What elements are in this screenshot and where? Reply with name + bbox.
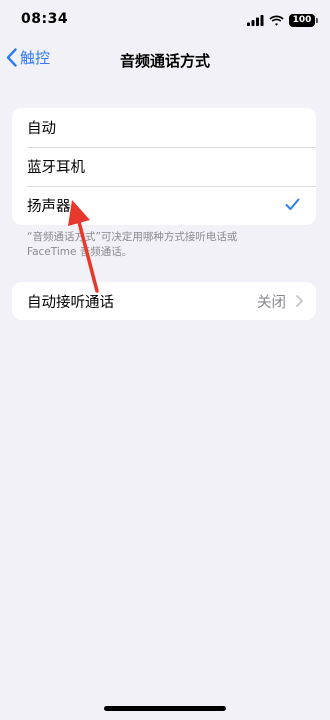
chevron-right-icon bbox=[296, 295, 303, 307]
page-title: 音频通话方式 bbox=[119, 52, 210, 70]
auto-answer-label: 自动接听通话 bbox=[27, 294, 114, 311]
auto-answer-value: 关闭 bbox=[257, 294, 286, 311]
option-auto[interactable]: 自动 bbox=[12, 108, 316, 147]
auto-answer-row[interactable]: 自动接听通话 关闭 bbox=[12, 282, 316, 320]
auto-answer-group: 自动接听通话 关闭 bbox=[12, 282, 316, 320]
footer-note: “音频通话方式”可决定用哪种方式接听电话或 FaceTime 音频通话。 bbox=[27, 231, 238, 258]
status-icons: 100 bbox=[247, 12, 318, 28]
option-label: 蓝牙耳机 bbox=[27, 160, 85, 176]
option-label: 扬声器 bbox=[27, 199, 71, 215]
option-bluetooth-headset[interactable]: 蓝牙耳机 bbox=[12, 147, 316, 186]
battery-icon: 100 bbox=[289, 13, 315, 27]
cellular-signal-icon bbox=[247, 14, 264, 26]
option-label: 自动 bbox=[27, 121, 56, 137]
screen: 08:34 100 触控 音频通话方式 自动 蓝牙耳机 扬声器 “音频通话方式”… bbox=[0, 0, 330, 720]
checkmark-icon bbox=[285, 198, 300, 210]
wifi-icon bbox=[269, 15, 284, 26]
home-indicator bbox=[104, 706, 226, 711]
option-speaker[interactable]: 扬声器 bbox=[12, 186, 316, 225]
battery-tip bbox=[316, 17, 318, 23]
status-time: 08:34 bbox=[21, 11, 69, 27]
audio-route-options: 自动 蓝牙耳机 扬声器 bbox=[12, 108, 316, 225]
nav-bar: 触控 音频通话方式 bbox=[0, 44, 330, 74]
status-bar: 08:34 100 bbox=[0, 0, 330, 40]
